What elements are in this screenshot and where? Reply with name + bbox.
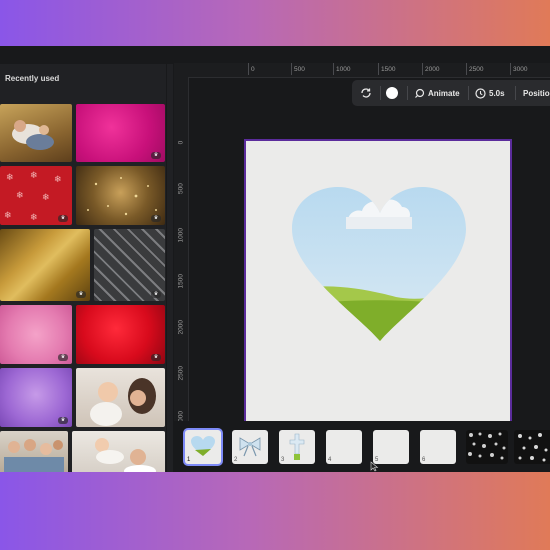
pattern-thumb-icon bbox=[518, 433, 548, 462]
thumb-gold-bokeh[interactable]: ♛ bbox=[76, 166, 165, 225]
premium-crown-icon: ♛ bbox=[58, 215, 68, 222]
page-thumb-4[interactable]: 4 bbox=[326, 430, 362, 464]
pattern-thumb-icon bbox=[468, 432, 506, 460]
vertical-ruler: 0 500 1000 1500 2000 2500 3000 bbox=[174, 77, 189, 472]
premium-crown-icon: ♛ bbox=[151, 354, 161, 361]
ruler-tick: 1000 bbox=[332, 63, 351, 75]
page-thumb-1[interactable]: 1 bbox=[185, 430, 221, 464]
horizontal-ruler: 0 500 1000 1500 2000 2500 3000 bbox=[174, 63, 550, 78]
mouse-cursor-icon bbox=[370, 461, 379, 472]
animate-icon bbox=[415, 88, 425, 98]
clock-icon bbox=[475, 87, 486, 99]
page-thumb-5[interactable]: 5 bbox=[373, 430, 409, 464]
position-button[interactable]: Position bbox=[523, 80, 550, 106]
position-label: Position bbox=[523, 88, 550, 98]
thumb-baby-photo[interactable] bbox=[76, 368, 165, 427]
thumb-pink-glitter[interactable]: ♛ bbox=[76, 104, 165, 162]
replace-icon[interactable] bbox=[360, 80, 372, 106]
ruler-tick: 0 bbox=[177, 140, 185, 145]
animate-label: Animate bbox=[428, 88, 460, 98]
thumb-family-photo[interactable] bbox=[0, 104, 72, 162]
baby-photo-image bbox=[90, 378, 156, 426]
ruler-tick: 0 bbox=[248, 63, 255, 75]
premium-crown-icon: ♛ bbox=[151, 215, 161, 222]
svg-text:❄: ❄ bbox=[42, 193, 50, 203]
heart-thumb-icon bbox=[191, 436, 215, 456]
panel-scrollbar[interactable] bbox=[167, 64, 173, 472]
thumb-baby-lift-photo[interactable] bbox=[72, 431, 165, 472]
element-toolbar: Animate 5.0s Position bbox=[352, 80, 550, 106]
thumb-pink-sparkle[interactable]: ♛ bbox=[0, 305, 72, 364]
panel-title: Recently used bbox=[5, 74, 60, 83]
page-thumb-6[interactable]: 6 bbox=[420, 430, 456, 464]
animate-button[interactable]: Animate bbox=[414, 80, 460, 106]
thumb-gold-foil[interactable]: ♛ bbox=[0, 229, 90, 301]
ruler-tick: 2500 bbox=[177, 366, 185, 381]
premium-crown-icon: ♛ bbox=[58, 417, 68, 424]
color-swatch-button[interactable] bbox=[386, 80, 398, 106]
ruler-tick: 2500 bbox=[465, 63, 484, 75]
ruler-tick: 1000 bbox=[177, 228, 185, 243]
ruler-tick: 3000 bbox=[509, 63, 528, 75]
premium-crown-icon: ♛ bbox=[76, 291, 86, 298]
svg-text:❄: ❄ bbox=[4, 211, 12, 221]
page-thumb-8[interactable] bbox=[514, 430, 550, 464]
ruler-tick: 2000 bbox=[177, 320, 185, 335]
baby-lift-image bbox=[95, 438, 156, 472]
svg-text:❄: ❄ bbox=[30, 171, 38, 181]
page-thumb-7[interactable] bbox=[466, 430, 508, 464]
page-number: 3 bbox=[281, 457, 285, 463]
ruler-tick: 500 bbox=[177, 183, 185, 194]
page-thumb-3[interactable]: 3 bbox=[279, 430, 315, 464]
page-number: 1 bbox=[187, 457, 191, 463]
page-number: 2 bbox=[234, 457, 238, 463]
duration-button[interactable]: 5.0s bbox=[475, 80, 505, 106]
svg-text:❄: ❄ bbox=[6, 173, 14, 183]
family-group-image bbox=[4, 439, 64, 472]
design-page[interactable] bbox=[244, 139, 512, 431]
cross-thumb-icon bbox=[289, 433, 305, 460]
premium-crown-icon: ♛ bbox=[58, 354, 68, 361]
page-number: 4 bbox=[328, 457, 332, 463]
recently-used-panel: Recently used ♛ ❄ ❄ ❄ ❄ ❄ ❄ ❄ ♛ ♛ ♛ ♛ ♛ … bbox=[0, 64, 166, 472]
thumb-red-glitter[interactable]: ♛ bbox=[76, 305, 165, 364]
white-color-icon bbox=[386, 87, 398, 99]
page-filmstrip: 1 2 3 4 5 6 bbox=[174, 421, 550, 472]
svg-text:❄: ❄ bbox=[54, 175, 62, 185]
thumb-red-snowflakes[interactable]: ❄ ❄ ❄ ❄ ❄ ❄ ❄ ♛ bbox=[0, 166, 72, 225]
premium-crown-icon: ♛ bbox=[151, 152, 161, 159]
ruler-tick: 1500 bbox=[377, 63, 396, 75]
family-photo-image bbox=[12, 120, 54, 150]
thumb-grey-pattern[interactable]: ♛ bbox=[94, 229, 165, 301]
ruler-tick: 500 bbox=[291, 63, 305, 75]
editor-window: Recently used ♛ ❄ ❄ ❄ ❄ ❄ ❄ ❄ ♛ ♛ ♛ ♛ ♛ … bbox=[0, 46, 550, 472]
page-thumb-2[interactable]: 2 bbox=[232, 430, 268, 464]
svg-text:❄: ❄ bbox=[30, 213, 38, 223]
ruler-tick: 2000 bbox=[421, 63, 440, 75]
duration-label: 5.0s bbox=[489, 88, 505, 98]
heart-landscape-graphic[interactable] bbox=[246, 141, 510, 429]
bow-thumb-icon bbox=[239, 437, 261, 457]
page-number: 6 bbox=[422, 457, 426, 463]
premium-crown-icon: ♛ bbox=[151, 291, 161, 298]
thumb-purple-glitter[interactable]: ♛ bbox=[0, 368, 72, 427]
ruler-tick: 1500 bbox=[177, 274, 185, 289]
svg-text:❄: ❄ bbox=[16, 191, 24, 201]
thumb-family-group-photo[interactable] bbox=[0, 431, 68, 472]
